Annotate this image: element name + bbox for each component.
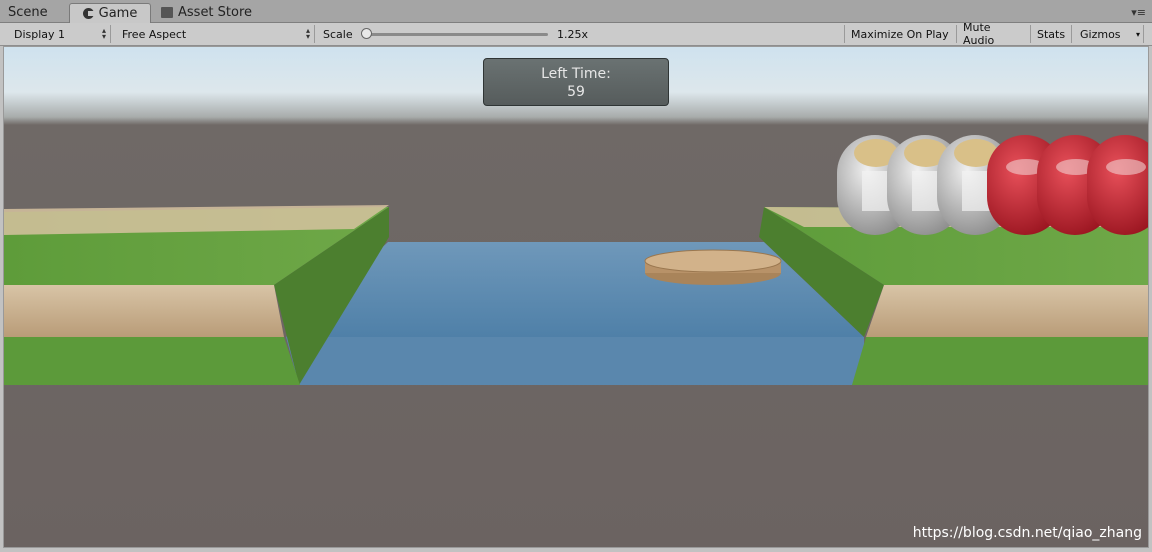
scale-label: Scale [317, 25, 365, 43]
tab-game-label: Game [98, 6, 138, 21]
scale-value-text: 1.25x [557, 27, 589, 41]
tab-game[interactable]: Game [69, 3, 151, 23]
mute-label: Mute Audio [963, 21, 995, 47]
devil-3 [1087, 135, 1148, 235]
left-bank-soil [4, 285, 284, 337]
scale-slider-track[interactable] [366, 33, 548, 36]
river-front [286, 337, 864, 385]
aspect-label: Free Aspect [122, 27, 187, 41]
scale-value: 1.25x [551, 25, 611, 43]
scale-text: Scale [323, 27, 353, 41]
right-bank-front-grass [852, 337, 1148, 385]
watermark-text: https://blog.csdn.net/qiao_zhang [912, 525, 1142, 541]
store-bag-icon [161, 7, 173, 18]
chevron-down-icon: ▾ [1135, 29, 1140, 39]
stats-toggle[interactable]: Stats [1031, 25, 1072, 43]
mute-audio-toggle[interactable]: Mute Audio [957, 21, 1031, 47]
tab-asset-store-label: Asset Store [178, 5, 253, 20]
aspect-dropdown[interactable]: Free Aspect ▴ ▾ [116, 25, 315, 43]
maximize-on-play-toggle[interactable]: Maximize On Play [844, 25, 957, 43]
gizmos-dropdown[interactable]: Gizmos ▾ [1074, 25, 1144, 43]
pacman-icon [82, 8, 94, 19]
tab-scene[interactable]: Scene [8, 3, 48, 22]
timer-label: Left Time: [541, 66, 611, 82]
timer-panel: Left Time: 59 [483, 58, 669, 106]
game-scene [4, 135, 1148, 385]
editor-tab-bar: Scene Game Asset Store ▾≡ [0, 0, 1152, 23]
display-dropdown[interactable]: Display 1 ▴ ▾ [8, 25, 111, 43]
updown-arrows-icon: ▴ ▾ [101, 26, 106, 41]
right-bank-soil [866, 285, 1148, 337]
left-bank-front-grass [4, 337, 300, 385]
updown-arrows-icon: ▴ ▾ [305, 26, 310, 41]
scale-slider-handle[interactable] [361, 28, 372, 39]
boat-top [644, 249, 782, 273]
maximize-label: Maximize On Play [851, 27, 949, 41]
game-viewport[interactable]: Left Time: 59 https://blog.csdn.net/qiao… [3, 46, 1149, 548]
display-label: Display 1 [14, 27, 66, 41]
timer-value: 59 [567, 84, 585, 100]
tab-asset-store[interactable]: Asset Store [161, 3, 252, 22]
tab-scene-label: Scene [8, 5, 48, 20]
game-toolbar: Display 1 ▴ ▾ Free Aspect ▴ ▾ Scale 1.25x … [0, 21, 1152, 47]
stats-label: Stats [1037, 27, 1066, 41]
panel-menu-icon[interactable]: ▾≡ [1131, 6, 1146, 19]
gizmos-label: Gizmos [1080, 27, 1121, 41]
